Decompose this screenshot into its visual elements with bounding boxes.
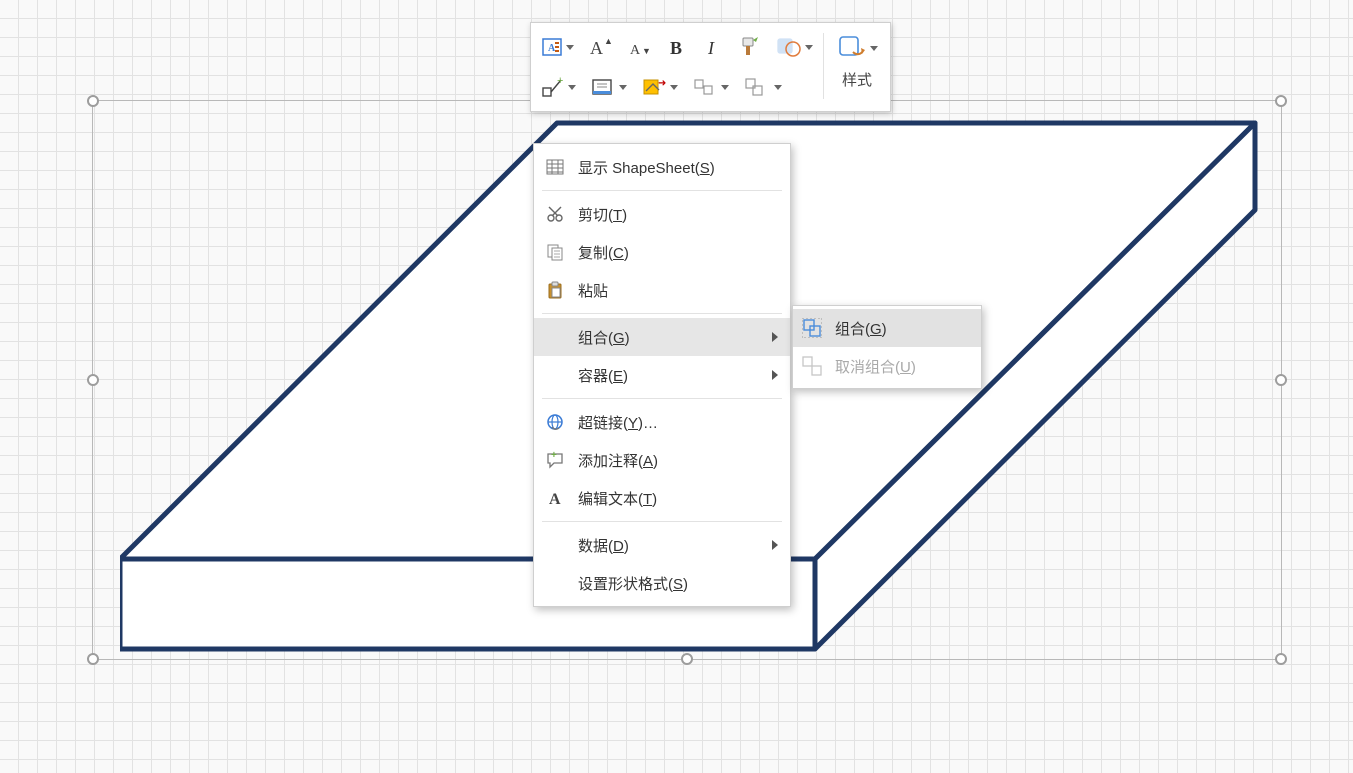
menu-label: 容器(E) — [578, 365, 772, 386]
shape-effects-button[interactable] — [830, 27, 884, 69]
align-button[interactable] — [688, 70, 733, 104]
svg-text:+: + — [557, 76, 563, 87]
svg-text:+: + — [551, 451, 557, 461]
menu-label: 设置形状格式(S) — [578, 573, 778, 594]
menu-label: 剪切(T) — [578, 204, 778, 225]
menu-separator — [542, 521, 782, 522]
increase-font-button[interactable]: A▲ — [584, 30, 618, 64]
copy-icon — [542, 243, 568, 261]
fill-button[interactable] — [586, 70, 631, 104]
comment-icon: + — [542, 451, 568, 469]
dropdown-caret-icon — [721, 85, 729, 90]
svg-text:I: I — [707, 38, 715, 58]
context-menu: 显示 ShapeSheet(S) 剪切(T) 复制(C) 粘贴 组合(G) 容器… — [533, 143, 791, 607]
menu-label: 组合(G) — [578, 327, 772, 348]
submenu-arrow-icon — [772, 370, 778, 380]
svg-text:A: A — [630, 43, 641, 58]
menu-item-group[interactable]: 组合(G) — [534, 318, 790, 356]
dropdown-caret-icon — [566, 45, 574, 50]
group-icon — [799, 318, 825, 338]
menu-item-container[interactable]: 容器(E) — [534, 356, 790, 394]
svg-text:➜: ➜ — [658, 78, 666, 89]
menu-item-cut[interactable]: 剪切(T) — [534, 195, 790, 233]
menu-label: 复制(C) — [578, 242, 778, 263]
menu-item-edit-text[interactable]: A 编辑文本(T) — [534, 479, 790, 517]
menu-item-data[interactable]: 数据(D) — [534, 526, 790, 564]
arrange-button[interactable] — [739, 70, 786, 104]
menu-separator — [542, 313, 782, 314]
svg-text:A: A — [548, 43, 556, 54]
menu-label: 显示 ShapeSheet(S) — [578, 157, 778, 178]
submenu-item-ungroup: 取消组合(U) — [793, 347, 981, 385]
dropdown-caret-icon — [774, 85, 782, 90]
format-painter-button[interactable] — [734, 30, 766, 64]
submenu-arrow-icon — [772, 540, 778, 550]
menu-item-shapesheet[interactable]: 显示 ShapeSheet(S) — [534, 148, 790, 186]
submenu-label: 组合(G) — [835, 318, 971, 339]
text-icon: A — [542, 489, 568, 507]
connector-tool-button[interactable]: + — [537, 70, 580, 104]
submenu-item-group[interactable]: 组合(G) — [793, 309, 981, 347]
dropdown-caret-icon — [670, 85, 678, 90]
svg-text:▼: ▼ — [642, 46, 651, 56]
menu-item-copy[interactable]: 复制(C) — [534, 233, 790, 271]
scissors-icon — [542, 205, 568, 223]
mini-toolbar: A A▲ A▼ B I + — [530, 22, 891, 112]
menu-separator — [542, 190, 782, 191]
table-icon — [542, 159, 568, 175]
submenu-arrow-icon — [772, 332, 778, 342]
menu-label: 数据(D) — [578, 535, 772, 556]
italic-button[interactable]: I — [698, 30, 728, 64]
submenu-label: 取消组合(U) — [835, 356, 971, 377]
ungroup-icon — [799, 356, 825, 376]
styles-label: 样式 — [830, 69, 884, 90]
menu-label: 编辑文本(T) — [578, 488, 778, 509]
menu-label: 添加注释(A) — [578, 450, 778, 471]
menu-item-format-shape[interactable]: 设置形状格式(S) — [534, 564, 790, 602]
menu-label: 粘贴 — [578, 280, 778, 301]
submenu-group: 组合(G) 取消组合(U) — [792, 305, 982, 389]
menu-separator — [542, 398, 782, 399]
toolbar-separator — [823, 33, 824, 99]
menu-label: 超链接(Y)… — [578, 412, 778, 433]
svg-text:▲: ▲ — [604, 36, 613, 46]
dropdown-caret-icon — [568, 85, 576, 90]
dropdown-caret-icon — [870, 46, 878, 51]
paste-icon — [542, 281, 568, 299]
svg-text:A: A — [549, 491, 561, 507]
decrease-font-button[interactable]: A▼ — [624, 30, 656, 64]
menu-item-comment[interactable]: + 添加注释(A) — [534, 441, 790, 479]
dropdown-caret-icon — [805, 45, 813, 50]
dropdown-caret-icon — [619, 85, 627, 90]
svg-text:B: B — [670, 38, 682, 58]
menu-item-paste[interactable]: 粘贴 — [534, 271, 790, 309]
bold-button[interactable]: B — [662, 30, 692, 64]
text-block-format-button[interactable]: A — [537, 30, 578, 64]
hyperlink-icon — [542, 413, 568, 431]
line-button[interactable]: ➜ — [637, 70, 682, 104]
quick-styles-button[interactable] — [772, 30, 817, 64]
svg-text:A: A — [590, 38, 603, 58]
menu-item-hyperlink[interactable]: 超链接(Y)… — [534, 403, 790, 441]
